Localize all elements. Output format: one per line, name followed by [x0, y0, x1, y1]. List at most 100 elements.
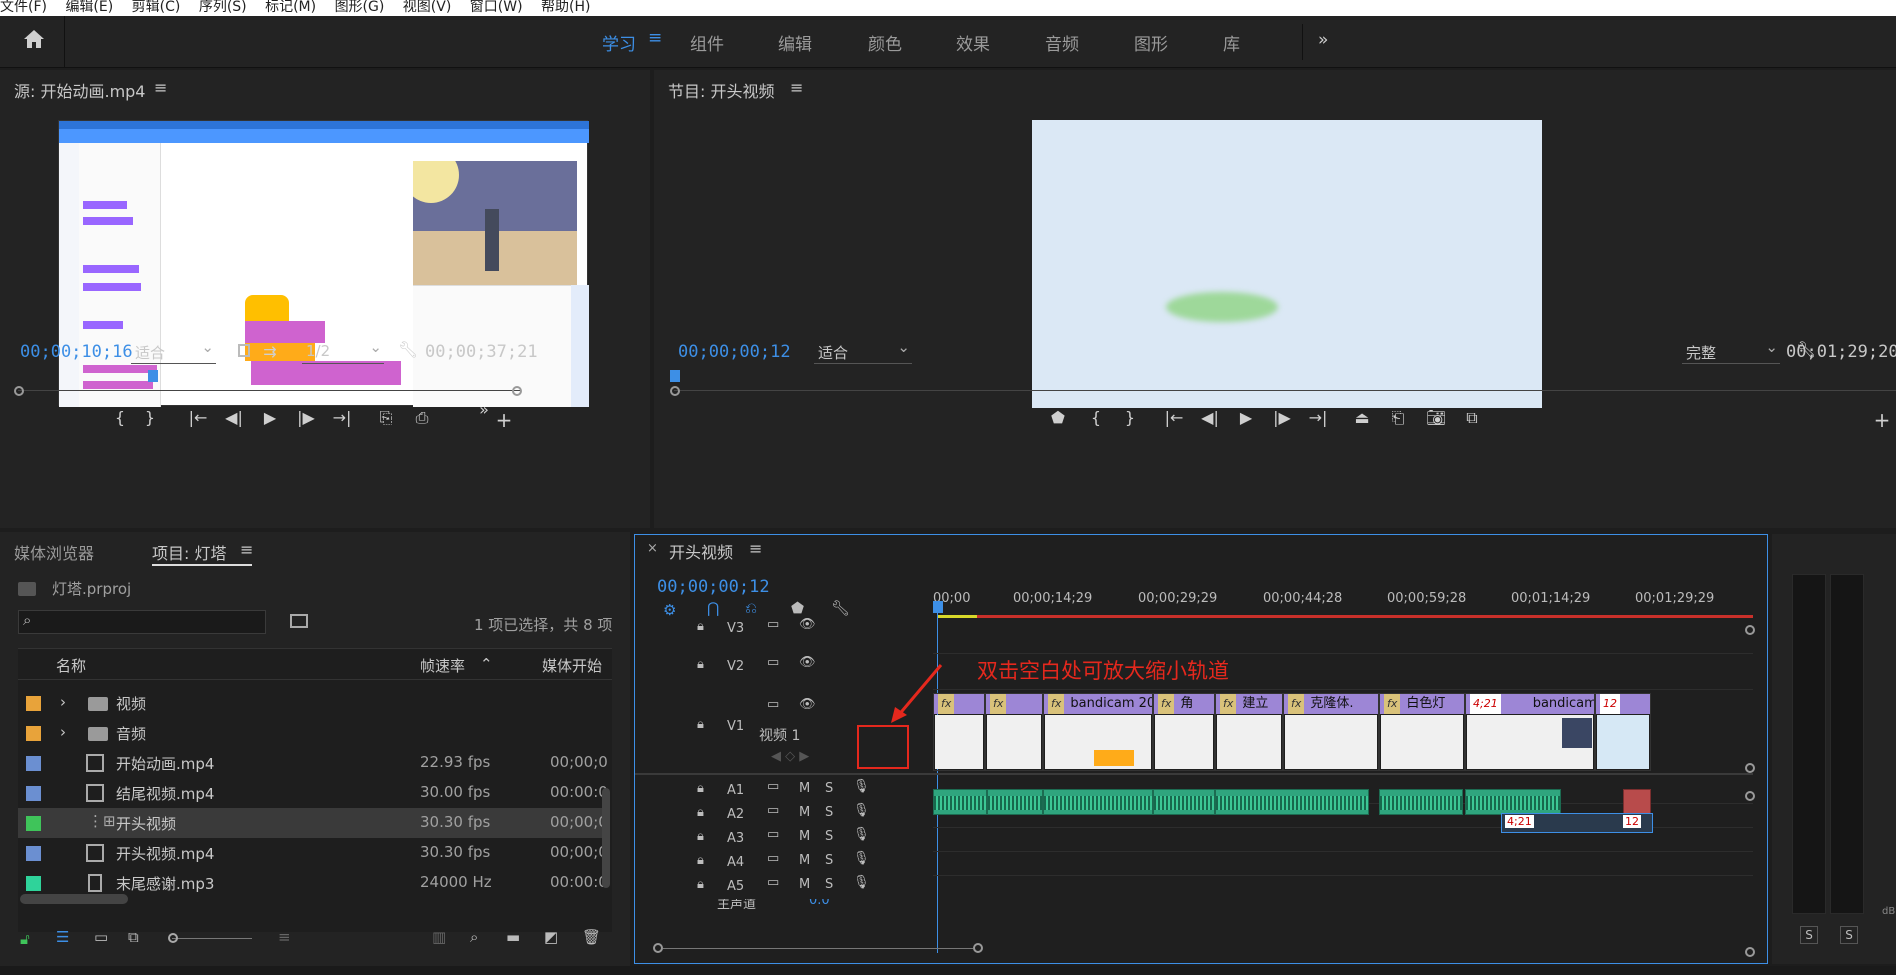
- audio-clip[interactable]: [1623, 789, 1651, 815]
- toggle-output-eye-icon[interactable]: 👁︎: [799, 617, 816, 632]
- microphone-icon[interactable]: 🎙︎: [853, 779, 870, 794]
- program-zoom-select[interactable]: 适合: [814, 338, 912, 364]
- project-vertical-scrollbar[interactable]: [602, 788, 610, 888]
- solo-button[interactable]: S: [825, 877, 833, 892]
- label-color-swatch[interactable]: [26, 876, 41, 891]
- toggle-sync-icon[interactable]: ▭: [767, 803, 779, 818]
- program-go-to-in-icon[interactable]: |←: [1162, 408, 1186, 427]
- label-color-swatch[interactable]: [26, 786, 41, 801]
- toggle-sync-icon[interactable]: ▭: [767, 655, 779, 670]
- program-timecode[interactable]: 00;00;00;12: [678, 342, 791, 362]
- toggle-output-eye-icon[interactable]: 👁︎: [799, 697, 816, 712]
- track-label[interactable]: A2: [727, 807, 744, 822]
- snap-icon[interactable]: ⋂: [707, 599, 719, 617]
- project-search-input[interactable]: ⌕: [18, 610, 266, 634]
- video-clip[interactable]: fx 白色灯: [1379, 693, 1465, 771]
- workspace-assembly[interactable]: 组件: [690, 30, 724, 55]
- video-clip[interactable]: fx: [933, 693, 985, 771]
- track-label[interactable]: A4: [727, 855, 744, 870]
- program-add-button-icon[interactable]: +: [1870, 408, 1894, 432]
- go-to-out-icon[interactable]: →|: [330, 408, 354, 427]
- source-zoom-select[interactable]: 适合: [131, 338, 216, 364]
- tab-media-browser[interactable]: 媒体浏览器: [14, 540, 94, 564]
- step-forward-icon[interactable]: |▶: [294, 408, 318, 427]
- timeline-settings-wrench-icon[interactable]: 🔧︎: [831, 599, 850, 617]
- toggle-sync-icon[interactable]: ▭: [767, 617, 779, 632]
- freeform-view-icon[interactable]: ⧉: [128, 928, 139, 946]
- label-color-swatch[interactable]: [26, 696, 41, 711]
- icon-view-icon[interactable]: ▭: [94, 928, 108, 946]
- video-clip[interactable]: fx 角: [1153, 693, 1215, 771]
- mute-button[interactable]: M: [799, 829, 810, 844]
- program-playhead[interactable]: [670, 370, 680, 382]
- video-clip[interactable]: fx: [985, 693, 1043, 771]
- home-icon[interactable]: [22, 28, 46, 50]
- toggle-sync-icon[interactable]: ▭: [767, 779, 779, 794]
- column-header-name[interactable]: 名称: [56, 655, 86, 676]
- solo-left-button[interactable]: S: [1800, 926, 1818, 944]
- audio-clip[interactable]: [987, 789, 1043, 815]
- program-play-icon[interactable]: ▶: [1234, 408, 1258, 427]
- audio-clip[interactable]: [1043, 789, 1153, 815]
- timeline-vertical-scroll-top[interactable]: [1745, 625, 1755, 635]
- list-item[interactable]: › 音频: [18, 718, 610, 748]
- track-lock-icon[interactable]: 🔒︎: [697, 853, 704, 868]
- microphone-icon[interactable]: 🎙︎: [853, 827, 870, 842]
- track-lock-icon[interactable]: 🔒︎: [697, 619, 704, 634]
- extract-icon[interactable]: ⎗: [1386, 408, 1410, 428]
- label-color-swatch[interactable]: [26, 816, 41, 831]
- overwrite-icon[interactable]: ⎙: [410, 408, 434, 428]
- video-clip[interactable]: 4;21 bandicam 2025-: [1465, 693, 1595, 771]
- find-icon[interactable]: ⌕: [470, 928, 478, 946]
- close-tab-icon[interactable]: ×: [647, 541, 658, 556]
- workspace-libraries[interactable]: 库: [1223, 30, 1240, 55]
- workspace-audio[interactable]: 音频: [1045, 30, 1079, 55]
- timeline-panel-menu-icon[interactable]: ≡: [749, 539, 762, 558]
- menu-marker[interactable]: 标记(M): [265, 0, 316, 15]
- mark-in-icon[interactable]: {: [108, 408, 132, 427]
- column-header-fps[interactable]: 帧速率: [420, 655, 465, 676]
- audio-clip[interactable]: [933, 789, 987, 815]
- list-item[interactable]: 开始动画.mp4 22.93 fps 00;00;0: [18, 748, 610, 778]
- track-lock-icon[interactable]: 🔒︎: [697, 657, 704, 672]
- new-bin-icon[interactable]: ▬: [506, 928, 520, 946]
- workspace-editing[interactable]: 编辑: [778, 30, 812, 55]
- program-mark-in-icon[interactable]: {: [1084, 408, 1108, 427]
- video-clip[interactable]: fx bandicam 20: [1043, 693, 1153, 771]
- workspace-graphics[interactable]: 图形: [1134, 30, 1168, 55]
- mute-button[interactable]: M: [799, 877, 810, 892]
- mark-out-icon[interactable]: }: [138, 408, 162, 427]
- zoom-slider[interactable]: [172, 938, 252, 939]
- menu-file[interactable]: 文件(F): [0, 0, 47, 15]
- track-label[interactable]: A1: [727, 783, 744, 798]
- menu-sequence[interactable]: 序列(S): [199, 0, 247, 15]
- toggle-sync-icon[interactable]: ▭: [767, 875, 779, 890]
- track-lock-icon[interactable]: 🔒︎: [697, 781, 704, 796]
- trash-icon[interactable]: 🗑︎: [582, 928, 601, 946]
- settings-toggle-icon[interactable]: ⇉: [258, 342, 282, 361]
- mute-button[interactable]: M: [799, 805, 810, 820]
- timeline-playhead[interactable]: [933, 601, 943, 613]
- list-view-icon[interactable]: ☰: [56, 928, 69, 946]
- timeline-timecode[interactable]: 00;00;00;12: [657, 577, 770, 597]
- automate-to-sequence-icon[interactable]: ▥: [432, 928, 446, 946]
- track-label[interactable]: V2: [727, 659, 744, 674]
- list-item-selected[interactable]: ⋮⊞ 开头视频 30.30 fps 00;00;0: [18, 808, 610, 838]
- workspace-menu-icon[interactable]: ≡: [648, 28, 662, 48]
- solo-button[interactable]: S: [825, 805, 833, 820]
- toggle-output-eye-icon[interactable]: 👁︎: [799, 655, 816, 670]
- label-color-swatch[interactable]: [26, 846, 41, 861]
- track-lock-icon[interactable]: 🔒︎: [697, 877, 704, 892]
- sort-asc-icon[interactable]: ⌃: [480, 655, 493, 673]
- track-label[interactable]: V3: [727, 621, 744, 636]
- menu-view[interactable]: 视图(V): [403, 0, 452, 15]
- source-resolution-select[interactable]: 1/2: [302, 338, 384, 364]
- track-lock-icon[interactable]: 🔒︎: [697, 829, 704, 844]
- track-label[interactable]: A5: [727, 879, 744, 894]
- microphone-icon[interactable]: 🎙︎: [853, 803, 870, 818]
- sort-icon[interactable]: ≡: [278, 928, 291, 946]
- audio-clip[interactable]: [1465, 789, 1561, 815]
- track-label[interactable]: V1: [727, 719, 744, 734]
- new-search-bin-icon[interactable]: [290, 614, 308, 628]
- video-clip[interactable]: fx 建立: [1215, 693, 1283, 771]
